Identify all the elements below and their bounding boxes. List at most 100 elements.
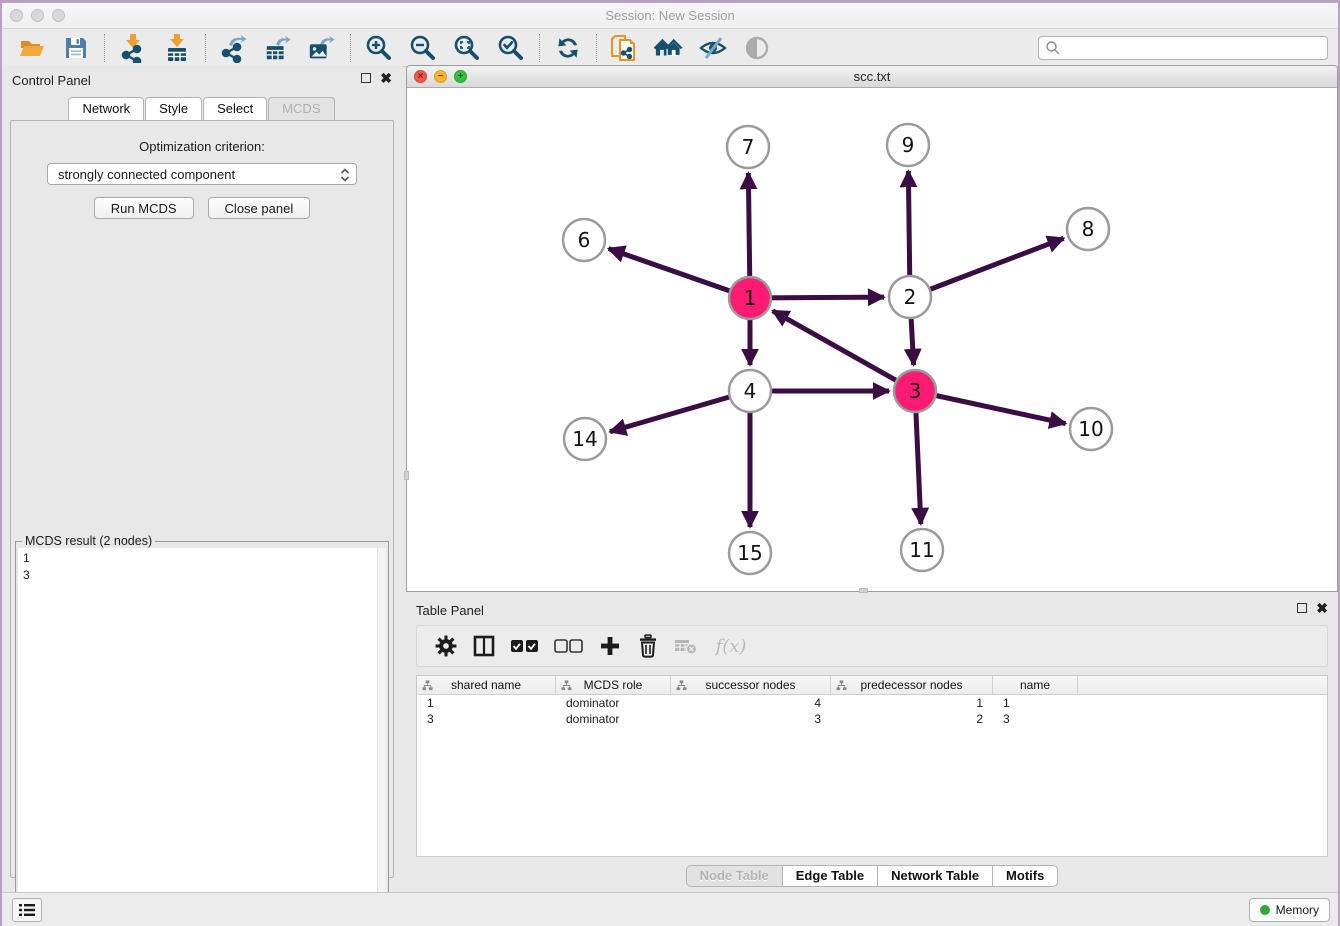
ui-options-button[interactable] <box>12 898 42 922</box>
table-row[interactable]: 1dominator411 <box>417 695 1327 711</box>
graph-node-label-7: 7 <box>742 135 755 159</box>
table-cell[interactable]: 3 <box>993 711 1078 727</box>
show-all-columns-icon[interactable] <box>509 633 541 659</box>
column-header-shared-name[interactable]: shared name <box>417 676 556 694</box>
magnifier-plus-icon <box>365 34 393 62</box>
control-panel-tabs: NetworkStyleSelectMCDS <box>2 97 402 120</box>
run-mcds-button[interactable]: Run MCDS <box>94 197 194 219</box>
tab-network-table[interactable]: Network Table <box>878 865 993 887</box>
table-cell[interactable]: 4 <box>671 695 831 711</box>
import-table-icon[interactable] <box>162 33 192 63</box>
magnifier-minus-icon <box>409 34 437 62</box>
eye-disabled-icon <box>742 33 772 63</box>
float-table-panel-icon[interactable] <box>1297 603 1307 613</box>
tab-mcds[interactable]: MCDS <box>268 97 334 120</box>
main-titlebar: Session: New Session <box>2 3 1338 29</box>
folder-icon <box>18 34 46 62</box>
column-header-MCDS-role[interactable]: MCDS role <box>556 676 671 694</box>
export-network-icon[interactable] <box>219 33 249 63</box>
criterion-select[interactable]: strongly connected component <box>47 163 357 185</box>
table-panel-tabs: Node TableEdge TableNetwork TableMotifs <box>406 865 1338 887</box>
tab-network[interactable]: Network <box>68 97 144 120</box>
network-window-title: scc.txt <box>407 66 1337 84</box>
network-minimize-button[interactable]: − <box>434 70 447 83</box>
column-header-predecessor-nodes[interactable]: predecessor nodes <box>831 676 993 694</box>
table-panel-title: Table Panel <box>416 603 484 618</box>
zoom-selected-icon[interactable] <box>496 33 526 63</box>
hide-all-columns-icon[interactable] <box>553 633 585 659</box>
floppy-icon <box>62 34 90 62</box>
eye-slash-icon <box>698 34 728 62</box>
node-table: shared nameMCDS rolesuccessor nodesprede… <box>416 675 1328 857</box>
close-table-panel-icon[interactable]: ✖ <box>1316 603 1328 613</box>
tab-select[interactable]: Select <box>203 97 267 120</box>
zoom-out-icon[interactable] <box>408 33 438 63</box>
table-cell[interactable]: 2 <box>831 711 993 727</box>
houses-icon <box>654 34 684 62</box>
export-image-icon[interactable] <box>307 33 337 63</box>
mcds-result-line: 3 <box>23 567 386 584</box>
import-network-icon[interactable] <box>118 33 148 63</box>
splitter-handle[interactable] <box>404 471 409 480</box>
edge-2-8[interactable] <box>910 238 1064 297</box>
optimization-criterion-label: Optimization criterion: <box>11 139 393 154</box>
zoom-in-icon[interactable] <box>364 33 394 63</box>
delete-column-icon[interactable] <box>635 633 661 659</box>
delete-table-icon-disabled <box>673 633 699 659</box>
column-header-name[interactable]: name <box>993 676 1078 694</box>
search-box[interactable] <box>1038 36 1328 60</box>
search-input[interactable] <box>1061 41 1321 55</box>
network-window-titlebar[interactable]: × − + scc.txt <box>407 66 1337 88</box>
network-canvas[interactable]: 7968124314101511 <box>407 88 1337 591</box>
clone-network-icon[interactable] <box>610 33 640 63</box>
down-arrow-share-icon <box>118 33 148 63</box>
close-panel-icon[interactable]: ✖ <box>380 73 392 83</box>
table-body: 1dominator4113dominator323 <box>417 695 1327 727</box>
network-view-window: × − + scc.txt 7968124314101511 <box>406 65 1338 592</box>
result-scrollbar[interactable] <box>377 548 386 920</box>
criterion-selected-value: strongly connected component <box>58 167 235 182</box>
export-table-icon[interactable] <box>263 33 293 63</box>
table-cell[interactable]: 1 <box>831 695 993 711</box>
edge-3-10[interactable] <box>915 391 1066 424</box>
graph-node-label-8: 8 <box>1082 217 1095 241</box>
toolbar-separator <box>205 34 206 62</box>
table-cell[interactable]: dominator <box>556 711 671 727</box>
network-zoom-button[interactable]: + <box>454 70 467 83</box>
tab-edge-table[interactable]: Edge Table <box>783 865 878 887</box>
splitter-handle[interactable] <box>859 588 868 593</box>
create-column-icon[interactable] <box>597 633 623 659</box>
home-icon[interactable] <box>654 33 684 63</box>
select-columns-icon[interactable] <box>471 633 497 659</box>
tab-node-table[interactable]: Node Table <box>686 865 783 887</box>
edge-1-6[interactable] <box>609 249 750 298</box>
edge-3-1[interactable] <box>773 311 915 391</box>
open-session-icon[interactable] <box>17 33 47 63</box>
graph-node-label-2: 2 <box>904 285 917 309</box>
toolbar-separator <box>539 34 540 62</box>
select-spinner-icon <box>340 167 350 186</box>
tab-motifs[interactable]: Motifs <box>993 865 1058 887</box>
table-cell[interactable]: dominator <box>556 695 671 711</box>
table-cell[interactable]: 3 <box>417 711 556 727</box>
zoom-fit-icon[interactable] <box>452 33 482 63</box>
table-row[interactable]: 3dominator323 <box>417 711 1327 727</box>
network-graph[interactable]: 7968124314101511 <box>407 88 1337 591</box>
control-panel-title: Control Panel <box>12 73 91 88</box>
list-icon <box>18 903 36 917</box>
save-session-icon[interactable] <box>61 33 91 63</box>
network-close-button[interactable]: × <box>414 70 427 83</box>
table-settings-icon[interactable] <box>433 633 459 659</box>
memory-button[interactable]: Memory <box>1249 898 1330 922</box>
close-panel-button[interactable]: Close panel <box>208 197 311 219</box>
mcds-result-list[interactable]: 13 <box>18 548 386 920</box>
table-cell[interactable]: 3 <box>671 711 831 727</box>
graph-node-label-11: 11 <box>909 538 934 562</box>
tab-style[interactable]: Style <box>145 97 202 120</box>
column-header-successor-nodes[interactable]: successor nodes <box>671 676 831 694</box>
refresh-icon[interactable] <box>553 33 583 63</box>
float-panel-icon[interactable] <box>361 73 371 83</box>
table-cell[interactable]: 1 <box>417 695 556 711</box>
table-cell[interactable]: 1 <box>993 695 1078 711</box>
hide-panels-icon[interactable] <box>698 33 728 63</box>
